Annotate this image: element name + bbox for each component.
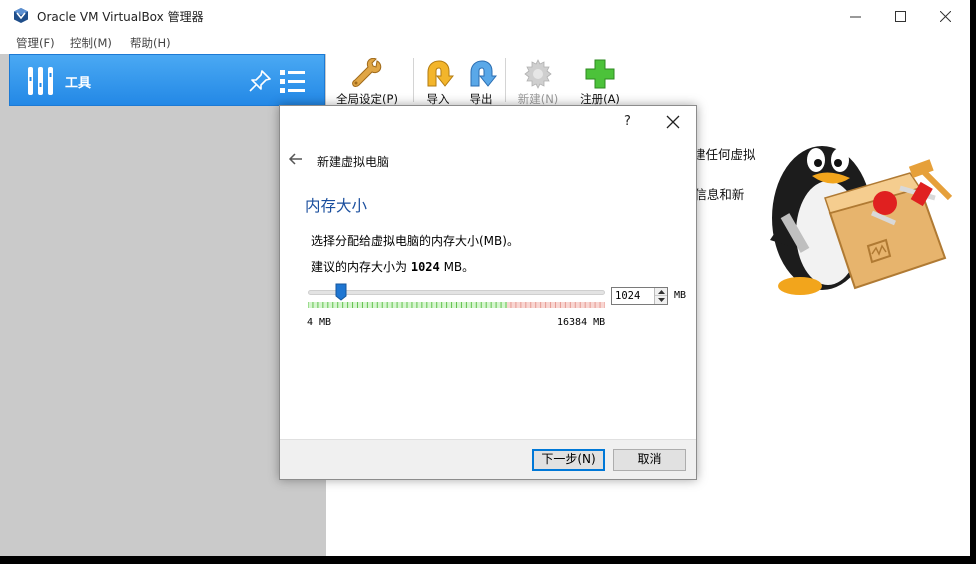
register-button[interactable]: 注册(A) [574, 58, 626, 108]
menu-help[interactable]: 帮助(H) [130, 35, 171, 51]
memory-max-label: 16384 MB [557, 317, 606, 328]
recommend-suffix: MB。 [443, 260, 475, 274]
new-button[interactable]: 新建(N) [512, 58, 564, 108]
tools-label: 工具 [65, 76, 92, 91]
cancel-button[interactable]: 取消 [613, 449, 686, 471]
window-title: Oracle VM VirtualBox 管理器 [37, 10, 204, 24]
memory-min-label: 4 MB [307, 317, 332, 328]
memory-recommendation: 建议的内存大小为 1024 MB。 [311, 258, 474, 275]
wizard-title: 新建虚拟电脑 [317, 155, 390, 169]
page-heading: 内存大小 [305, 197, 368, 215]
export-button[interactable]: 导出 [461, 58, 501, 108]
machine-list-pane [0, 54, 326, 556]
minimize-icon [849, 16, 861, 17]
global-settings-button[interactable]: 全局设定(P) [332, 58, 402, 108]
memory-unit-label: MB [674, 290, 687, 301]
help-button[interactable]: ? [624, 114, 631, 129]
close-icon [939, 10, 951, 22]
spin-up-button[interactable] [655, 288, 667, 296]
recommend-value: 1024 [410, 260, 440, 274]
memory-slider-track[interactable] [308, 290, 605, 295]
virtualbox-manager-window: Oracle VM VirtualBox 管理器 管理(F) 控制(M) 帮助(… [0, 0, 970, 556]
export-arrow-icon [470, 60, 497, 87]
recommend-prefix: 建议的内存大小为 [311, 260, 408, 274]
gear-new-icon [524, 59, 552, 89]
tux-toolbox-illustration [770, 146, 953, 295]
wrench-icon [352, 58, 382, 87]
minimize-button[interactable] [832, 0, 878, 32]
tools-item[interactable]: 工具 [9, 54, 325, 106]
spin-down-button[interactable] [655, 296, 667, 304]
menu-machine[interactable]: 控制(M) [70, 35, 112, 51]
memory-spinbox[interactable]: 1024 [611, 287, 668, 305]
dialog-close-icon[interactable] [663, 112, 683, 132]
virtualbox-app-icon [14, 8, 28, 23]
menu-file[interactable]: 管理(F) [16, 35, 55, 51]
toolbar-separator [505, 58, 506, 102]
tools-icon [28, 67, 53, 95]
maximize-icon [894, 10, 906, 22]
next-button[interactable]: 下一步(N) [532, 449, 605, 471]
memory-description: 选择分配给虚拟电脑的内存大小(MB)。 [311, 234, 519, 248]
title-bar: Oracle VM VirtualBox 管理器 [0, 0, 970, 32]
back-arrow-icon[interactable] [288, 152, 304, 166]
welcome-text-line-2: f信息和新 [690, 187, 745, 202]
new-vm-wizard-dialog: ? 新建虚拟电脑 内存大小 选择分配给虚拟电脑的内存大小(MB)。 建议的内存大… [279, 105, 697, 480]
close-button[interactable] [922, 0, 968, 32]
plus-icon [585, 59, 615, 89]
pin-icon[interactable] [248, 69, 272, 93]
list-menu-icon[interactable] [280, 69, 306, 93]
chevron-down-icon [657, 298, 665, 302]
toolbar-separator [413, 58, 414, 102]
memory-spinbox-value[interactable]: 1024 [615, 290, 640, 302]
welcome-text-line-1: 建任何虚拟 [693, 147, 756, 162]
spinbox-arrows [654, 288, 667, 304]
memory-slider-ticks [308, 302, 605, 308]
chevron-up-icon [657, 289, 665, 294]
import-arrow-icon [427, 60, 454, 87]
maximize-button[interactable] [877, 0, 923, 32]
memory-slider-handle[interactable] [335, 283, 347, 301]
import-button[interactable]: 导入 [418, 58, 458, 108]
menu-bar: 管理(F) 控制(M) 帮助(H) [0, 32, 970, 52]
